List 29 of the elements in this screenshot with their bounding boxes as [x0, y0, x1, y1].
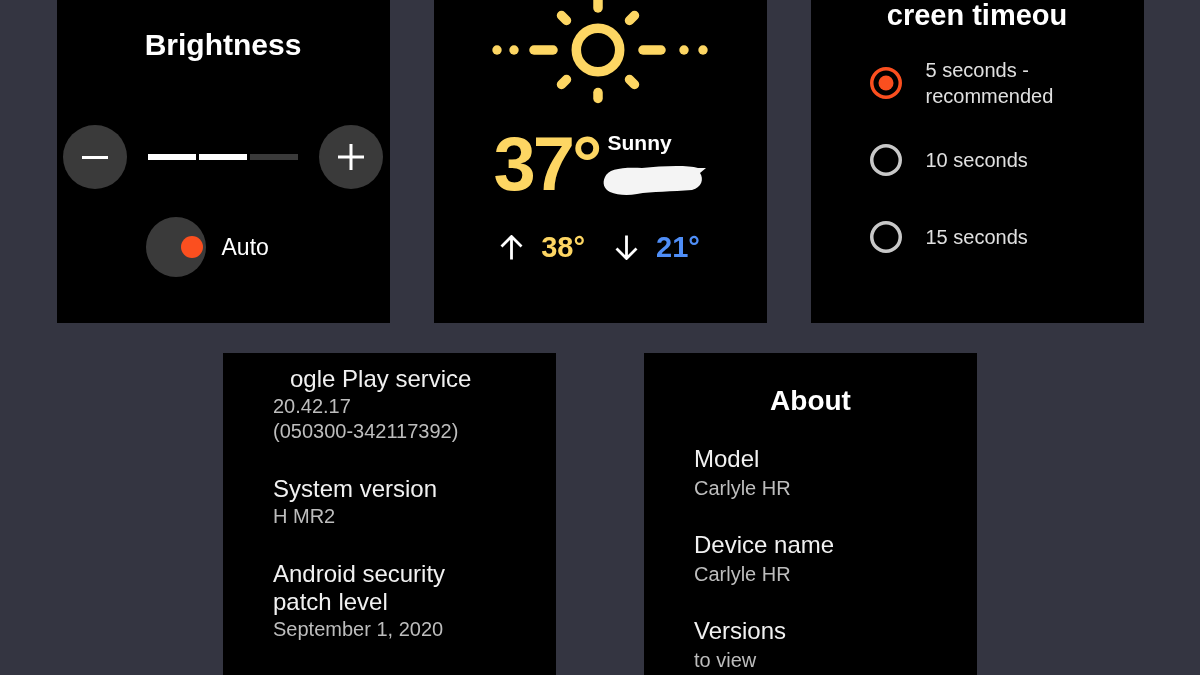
setting-value: September 1, 2020	[273, 617, 444, 642]
setting-title: System version	[273, 475, 438, 503]
arrow-up-icon	[500, 234, 524, 260]
sun-icon	[492, 0, 708, 104]
setting-title: Device name	[694, 531, 835, 559]
screen-title: Brightness	[144, 27, 302, 63]
screen-title: creen timeou	[886, 0, 1068, 30]
weather-condition: Sunny	[607, 131, 672, 155]
high-temperature: 38°	[541, 231, 585, 263]
plus-icon	[338, 144, 364, 170]
minus-icon	[82, 155, 108, 159]
radio-option[interactable]: 10 seconds	[869, 121, 1028, 198]
setting-value: Carlyle HR	[694, 476, 791, 501]
arrow-down-icon	[615, 234, 638, 260]
temperature: 37°	[493, 126, 600, 202]
radio-option[interactable]: 5 seconds - recommended	[869, 44, 1076, 121]
setting-value: H MR2	[273, 504, 336, 529]
screen-title: About	[770, 384, 851, 418]
setting-value: 20.42.17 (050300-342117392)	[273, 394, 460, 444]
setting-value: to view	[694, 648, 757, 673]
setting-title: Android security patch level	[273, 560, 447, 616]
auto-label: Auto	[221, 233, 269, 261]
brightness-track[interactable]	[148, 154, 298, 160]
setting-title: Model	[694, 445, 760, 473]
radio-option[interactable]: 15 seconds	[869, 198, 1028, 275]
low-temperature: 21°	[656, 231, 700, 263]
setting-value: Carlyle HR	[694, 562, 791, 587]
setting-title: ogle Play service	[290, 365, 472, 393]
setting-title: Versions	[694, 617, 787, 645]
